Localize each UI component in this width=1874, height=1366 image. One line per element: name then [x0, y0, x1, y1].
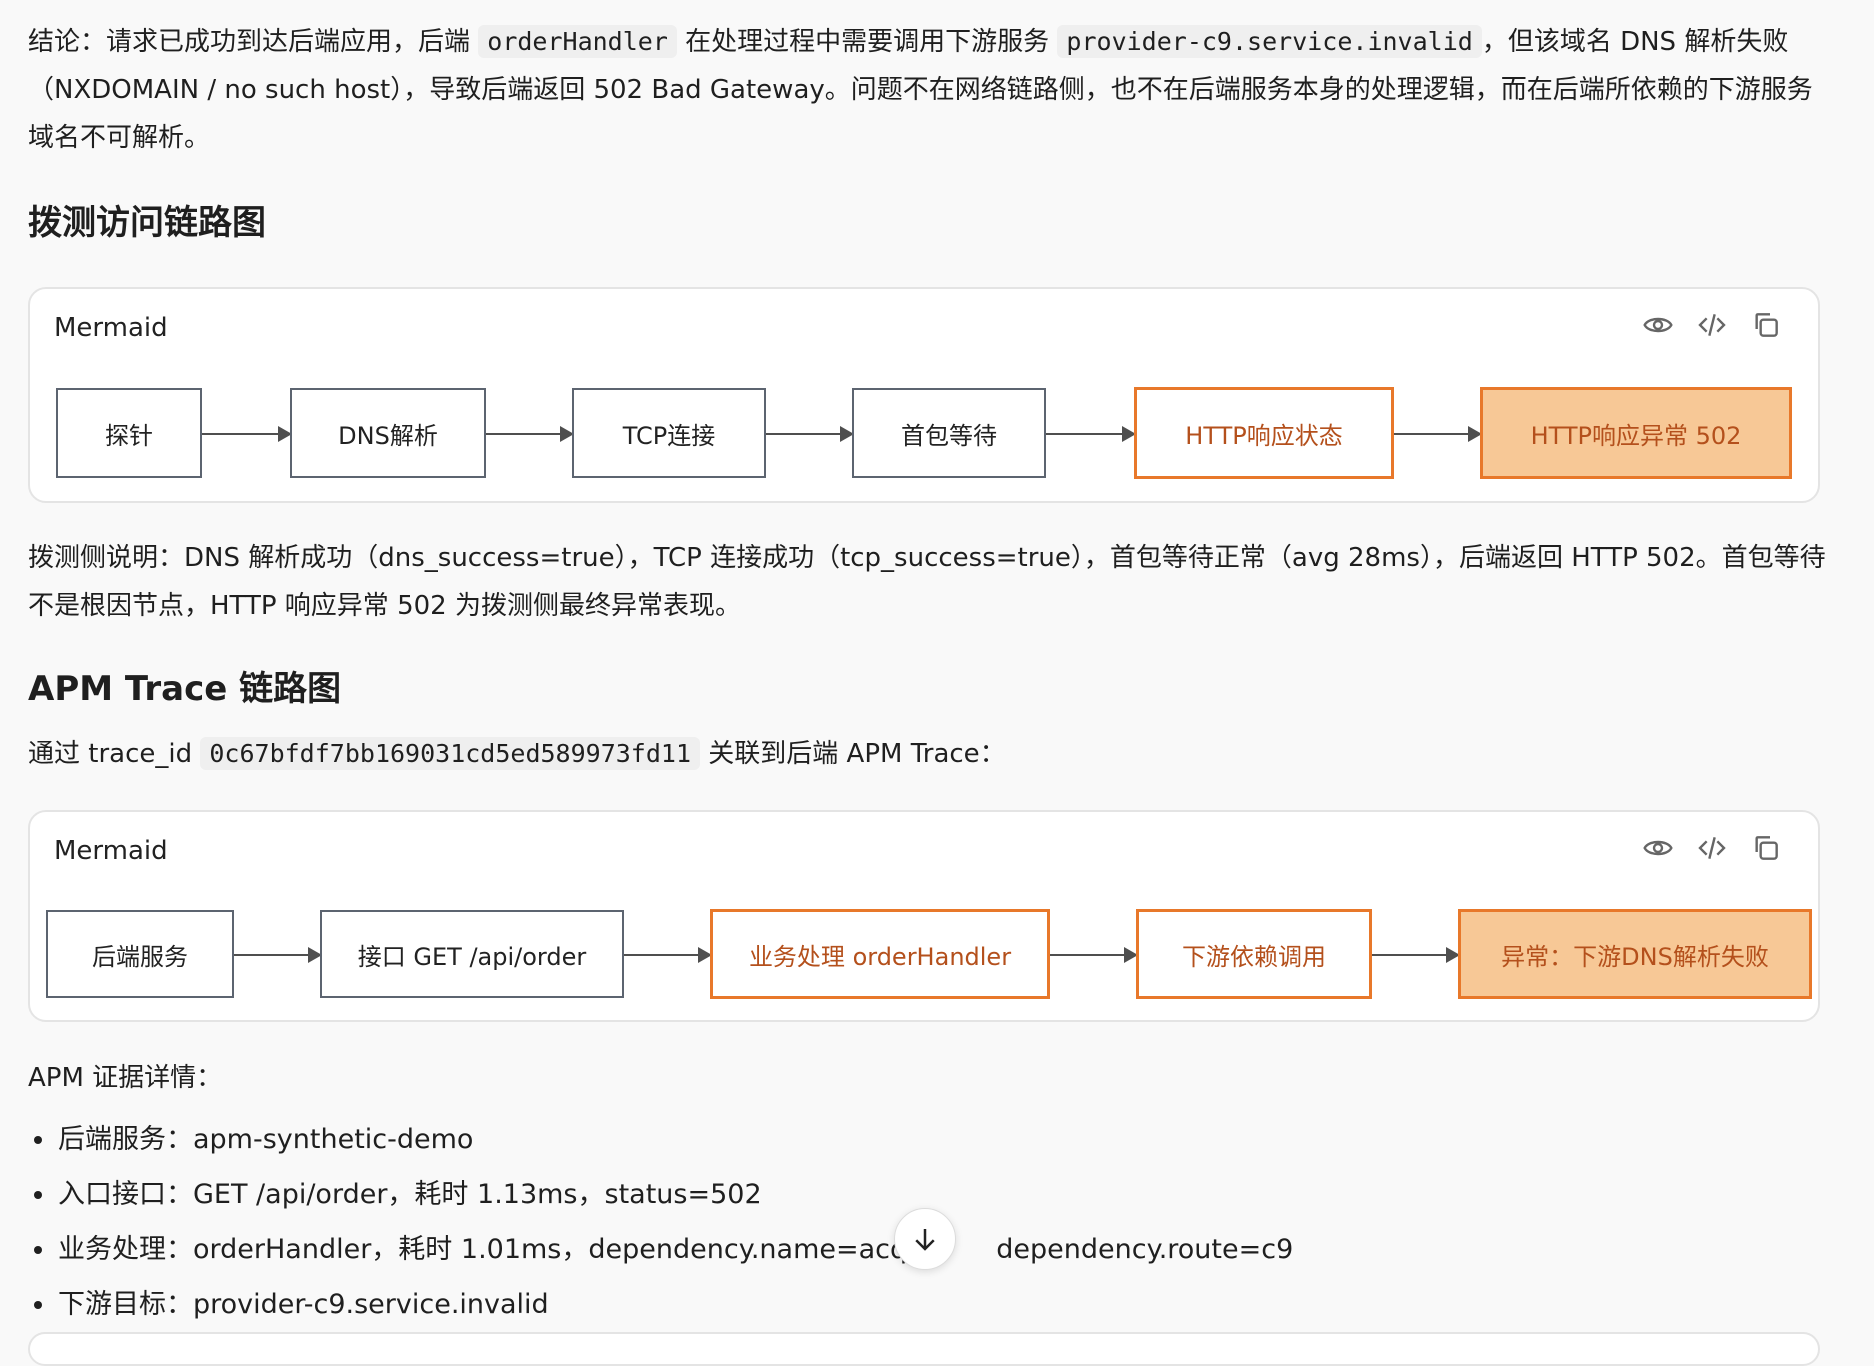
bullet [34, 1300, 42, 1309]
code-order-handler: orderHandler [478, 25, 677, 58]
list-item: 入口接口：GET /api/order，耗时 1.13ms，status=502 [28, 1167, 1293, 1222]
code-provider-domain: provider-c9.service.invalid [1057, 25, 1482, 58]
evidence-item-text: 后端服务：apm-synthetic-demo [58, 1124, 474, 1155]
bullet [34, 1190, 42, 1199]
scroll-to-bottom-button[interactable] [894, 1208, 956, 1270]
flow-arrow [1050, 947, 1138, 963]
flow-node-probe: 探针 [56, 388, 202, 478]
evidence-list: 后端服务：apm-synthetic-demo 入口接口：GET /api/or… [28, 1112, 1293, 1332]
copy-icon[interactable] [1750, 832, 1782, 864]
trace-intro-suffix: 关联到后端 APM Trace： [700, 739, 1006, 769]
apm-mermaid-card: Mermaid 后端服务 接口 GET /api/order 业务处理 orde… [28, 810, 1820, 1022]
flow-arrow [766, 426, 854, 442]
trace-intro-prefix: 通过 trace_id [28, 739, 201, 769]
code-icon[interactable] [1696, 309, 1728, 341]
conclusion-text-2: 在处理过程中需要调用下游服务 [676, 27, 1058, 57]
trace-intro: 通过 trace_id 0c67bfdf7bb169031cd5ed589973… [28, 730, 1828, 778]
trace-node-dns-failure: 异常：下游DNS解析失败 [1458, 909, 1812, 999]
flow-node-tcp: TCP连接 [572, 388, 766, 478]
flow-arrow [202, 426, 292, 442]
flow-node-first-byte: 首包等待 [852, 388, 1046, 478]
arrow-down-icon [915, 1229, 935, 1251]
list-item: 后端服务：apm-synthetic-demo [28, 1112, 1293, 1167]
flow-arrow [624, 947, 712, 963]
next-card-edge [28, 1332, 1820, 1366]
list-item: 业务处理：orderHandler，耗时 1.01ms，dependency.n… [28, 1222, 1293, 1277]
mermaid-card-title: Mermaid [54, 836, 168, 866]
card-toolbar [1642, 832, 1782, 864]
eye-icon[interactable] [1642, 309, 1674, 341]
flow-node-http-502: HTTP响应异常 502 [1480, 387, 1792, 479]
evidence-item-text: 下游目标：provider-c9.service.invalid [58, 1289, 549, 1320]
probe-mermaid-card: Mermaid 探针 DNS解析 TCP连接 首包等待 HTTP响应状态 HTT… [28, 287, 1820, 503]
copy-icon[interactable] [1750, 309, 1782, 341]
trace-node-backend: 后端服务 [46, 910, 234, 998]
evidence-title: APM 证据详情： [28, 1063, 223, 1093]
bullet [34, 1135, 42, 1144]
flow-arrow [234, 947, 322, 963]
evidence-item-text: 入口接口：GET /api/order，耗时 1.13ms，status=502 [58, 1179, 762, 1210]
probe-chain-heading: 拨测访问链路图 [28, 203, 266, 243]
conclusion-paragraph: 结论：请求已成功到达后端应用，后端 orderHandler 在处理过程中需要调… [28, 18, 1828, 162]
trace-id-code: 0c67bfdf7bb169031cd5ed589973fd11 [200, 737, 701, 770]
flow-node-http-status: HTTP响应状态 [1134, 387, 1394, 479]
flow-arrow [1394, 426, 1482, 442]
evidence-item-text: 业务处理：orderHandler，耗时 1.01ms，dependency.n… [58, 1234, 925, 1265]
eye-icon[interactable] [1642, 832, 1674, 864]
bullet [34, 1245, 42, 1254]
list-item: 下游目标：provider-c9.service.invalid [28, 1277, 1293, 1332]
code-icon[interactable] [1696, 832, 1728, 864]
apm-trace-heading: APM Trace 链路图 [28, 669, 342, 709]
probe-note: 拨测侧说明：DNS 解析成功（dns_success=true），TCP 连接成… [28, 543, 1826, 621]
flow-arrow [486, 426, 574, 442]
trace-node-order-handler: 业务处理 orderHandler [710, 909, 1050, 999]
flow-node-dns: DNS解析 [290, 388, 486, 478]
card-toolbar [1642, 309, 1782, 341]
flow-arrow [1372, 947, 1460, 963]
flow-arrow [1046, 426, 1136, 442]
mermaid-card-title: Mermaid [54, 313, 168, 343]
trace-node-api: 接口 GET /api/order [320, 910, 624, 998]
conclusion-text-1: 结论：请求已成功到达后端应用，后端 [28, 27, 479, 57]
evidence-item-tail: dependency.route=c9 [996, 1234, 1294, 1265]
trace-node-downstream: 下游依赖调用 [1136, 909, 1372, 999]
